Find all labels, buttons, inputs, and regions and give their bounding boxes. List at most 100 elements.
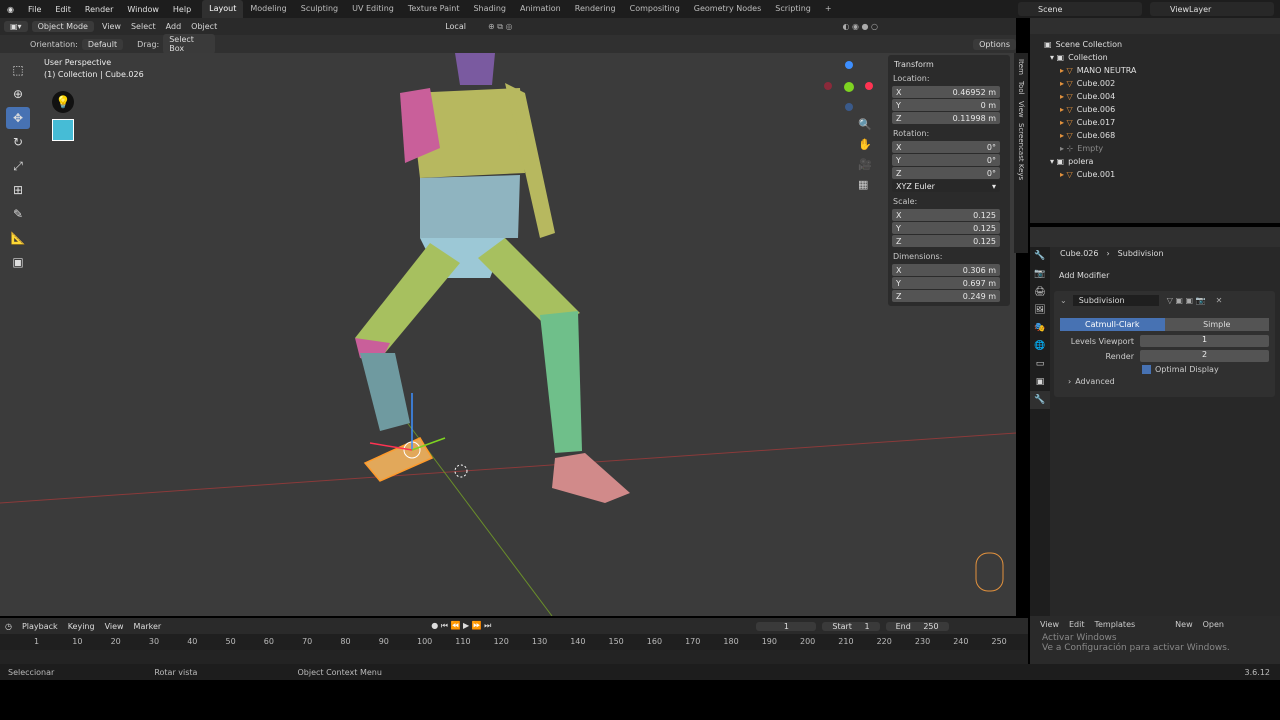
tab-rendering[interactable]: Rendering bbox=[568, 0, 623, 18]
collection-tab-icon[interactable]: ▭ bbox=[1030, 355, 1050, 373]
tab-compositing[interactable]: Compositing bbox=[623, 0, 687, 18]
advanced-row[interactable]: › Advanced bbox=[1068, 377, 1269, 386]
grid-view-icon[interactable]: ▦ bbox=[858, 175, 872, 195]
playback-controls[interactable]: ● ⏮ ⏪ ▶ ⏩ ⏭ bbox=[426, 621, 496, 631]
templates-menu[interactable]: Templates bbox=[1094, 620, 1135, 629]
location-z-field[interactable]: Z 0.11998 m bbox=[892, 112, 1000, 124]
camera-icon[interactable]: 🎥 bbox=[858, 155, 872, 175]
outliner-row[interactable]: ▸ ▽ Cube.001 bbox=[1030, 168, 1280, 181]
outliner-row[interactable]: ▸ ▽ Cube.006 bbox=[1030, 103, 1280, 116]
timeline-editor-icon[interactable]: ◷ bbox=[0, 622, 17, 631]
close-icon[interactable]: ✕ bbox=[1216, 296, 1223, 305]
drag-selector[interactable]: Select Box bbox=[163, 34, 216, 54]
menu-edit[interactable]: Edit bbox=[48, 5, 78, 14]
simple-button[interactable]: Simple bbox=[1164, 318, 1269, 331]
move-tool-icon[interactable]: ✥ bbox=[6, 107, 30, 129]
outliner-root[interactable]: ▣ Scene Collection bbox=[1030, 38, 1280, 51]
pan-icon[interactable]: ✋ bbox=[858, 135, 872, 155]
tab-layout[interactable]: Layout bbox=[202, 0, 244, 18]
outliner-row[interactable]: ▸ ▽ Cube.017 bbox=[1030, 116, 1280, 129]
open-button[interactable]: Open bbox=[1203, 620, 1224, 629]
tab-view[interactable]: View bbox=[1017, 101, 1025, 118]
dimensions-y-field[interactable]: Y 0.697 m bbox=[892, 277, 1000, 289]
keying-menu[interactable]: Keying bbox=[63, 622, 100, 631]
outliner-row[interactable]: ▸ ▽ Cube.002 bbox=[1030, 77, 1280, 90]
menu-render[interactable]: Render bbox=[78, 5, 120, 14]
levels-viewport-field[interactable]: 1 bbox=[1140, 335, 1269, 347]
outliner-row[interactable]: ▾ ▣ Collection bbox=[1030, 51, 1280, 64]
object-tab-icon[interactable]: ▣ bbox=[1030, 373, 1050, 391]
orientation-selector[interactable]: Default bbox=[81, 38, 124, 50]
playback-menu[interactable]: Playback bbox=[17, 622, 63, 631]
rotation-z-field[interactable]: Z 0° bbox=[892, 167, 1000, 179]
zoom-icon[interactable]: 🔍 bbox=[858, 115, 872, 135]
end-frame-field[interactable]: End 250 bbox=[885, 621, 949, 631]
scale-y-field[interactable]: Y 0.125 bbox=[892, 222, 1000, 234]
editor-type-button[interactable]: ▣▾ bbox=[4, 21, 28, 32]
add-menu[interactable]: Add bbox=[166, 22, 182, 31]
output-tab-icon[interactable]: 🖨 bbox=[1030, 283, 1050, 301]
render-tab-icon[interactable]: 📷 bbox=[1030, 265, 1050, 283]
text-edit-menu[interactable]: Edit bbox=[1069, 620, 1085, 629]
modifier-tab-icon[interactable]: 🔧 bbox=[1030, 391, 1050, 409]
rotation-mode-selector[interactable]: XYZ Euler ▾ bbox=[892, 180, 1000, 192]
tab-screencast-keys[interactable]: Screencast Keys bbox=[1017, 123, 1025, 180]
new-button[interactable]: New bbox=[1175, 620, 1192, 629]
dimensions-z-field[interactable]: Z 0.249 m bbox=[892, 290, 1000, 302]
render-field[interactable]: 2 bbox=[1140, 350, 1269, 362]
menu-window[interactable]: Window bbox=[120, 5, 166, 14]
tab-animation[interactable]: Animation bbox=[513, 0, 568, 18]
marker-menu[interactable]: Marker bbox=[129, 622, 167, 631]
view-layer-selector[interactable]: ViewLayer bbox=[1150, 2, 1274, 16]
tab-shading[interactable]: Shading bbox=[466, 0, 513, 18]
location-y-field[interactable]: Y0 m bbox=[892, 99, 1000, 111]
scene-tab-icon[interactable]: 🎭 bbox=[1030, 319, 1050, 337]
scale-z-field[interactable]: Z 0.125 bbox=[892, 235, 1000, 247]
modifier-toggles[interactable]: ▽ ▣ ▣ 📷 bbox=[1167, 296, 1206, 305]
world-tab-icon[interactable]: 🌐 bbox=[1030, 337, 1050, 355]
tab-modeling[interactable]: Modeling bbox=[243, 0, 293, 18]
tab-texture-paint[interactable]: Texture Paint bbox=[401, 0, 467, 18]
view-layer-tab-icon[interactable]: 🖼 bbox=[1030, 301, 1050, 319]
chevron-down-icon[interactable]: ⌄ bbox=[1060, 296, 1067, 305]
outliner-row[interactable]: ▾ ▣ polera bbox=[1030, 155, 1280, 168]
outliner-row[interactable]: ▸ ⊹ Empty bbox=[1030, 142, 1280, 155]
tab-scripting[interactable]: Scripting bbox=[768, 0, 818, 18]
select-menu[interactable]: Select bbox=[131, 22, 156, 31]
measure-tool-icon[interactable]: 📐 bbox=[6, 227, 30, 249]
rotate-tool-icon[interactable]: ↻ bbox=[6, 131, 30, 153]
screencast-keys-icon[interactable] bbox=[52, 119, 74, 141]
rotation-x-field[interactable]: X 0° bbox=[892, 141, 1000, 153]
view-menu[interactable]: View bbox=[100, 622, 129, 631]
rotation-y-field[interactable]: Y 0° bbox=[892, 154, 1000, 166]
outliner-row[interactable]: ▸ ▽ MANO NEUTRA bbox=[1030, 64, 1280, 77]
start-frame-field[interactable]: Start 1 bbox=[822, 621, 880, 631]
tab-uv-editing[interactable]: UV Editing bbox=[345, 0, 401, 18]
modifier-name-field[interactable]: Subdivision bbox=[1072, 295, 1159, 306]
current-frame-field[interactable]: 1 bbox=[756, 621, 817, 631]
object-menu[interactable]: Object bbox=[191, 22, 217, 31]
menu-file[interactable]: File bbox=[21, 5, 48, 14]
location-x-field[interactable]: X 0.46952 m bbox=[892, 86, 1000, 98]
transform-title[interactable]: Transform bbox=[894, 60, 1006, 69]
options-button[interactable]: Options bbox=[973, 38, 1016, 50]
tab-tool[interactable]: Tool bbox=[1017, 81, 1025, 95]
add-cube-tool-icon[interactable]: ▣ bbox=[6, 251, 30, 273]
tab-geometry-nodes[interactable]: Geometry Nodes bbox=[687, 0, 768, 18]
tab-item[interactable]: Item bbox=[1017, 59, 1025, 75]
menu-help[interactable]: Help bbox=[166, 5, 198, 14]
transform-tool-icon[interactable]: ⊞ bbox=[6, 179, 30, 201]
blender-logo-icon[interactable]: ◉ bbox=[0, 5, 21, 14]
text-view-menu[interactable]: View bbox=[1040, 620, 1059, 629]
light-bulb-icon[interactable]: 💡 bbox=[52, 91, 74, 113]
select-tool-icon[interactable]: ⬚ bbox=[6, 59, 30, 81]
view-menu[interactable]: View bbox=[102, 22, 121, 31]
optimal-display-checkbox[interactable] bbox=[1142, 365, 1151, 374]
dimensions-x-field[interactable]: X 0.306 m bbox=[892, 264, 1000, 276]
3d-viewport[interactable]: User Perspective (1) Collection | Cube.0… bbox=[0, 53, 1016, 616]
scene-selector[interactable]: Scene bbox=[1018, 2, 1142, 16]
cursor-tool-icon[interactable]: ⊕ bbox=[6, 83, 30, 105]
transform-pivot-selector[interactable]: Local bbox=[445, 22, 466, 31]
snap-icon[interactable]: ⊕ ⧉ ◎ bbox=[488, 22, 512, 32]
scale-x-field[interactable]: X 0.125 bbox=[892, 209, 1000, 221]
